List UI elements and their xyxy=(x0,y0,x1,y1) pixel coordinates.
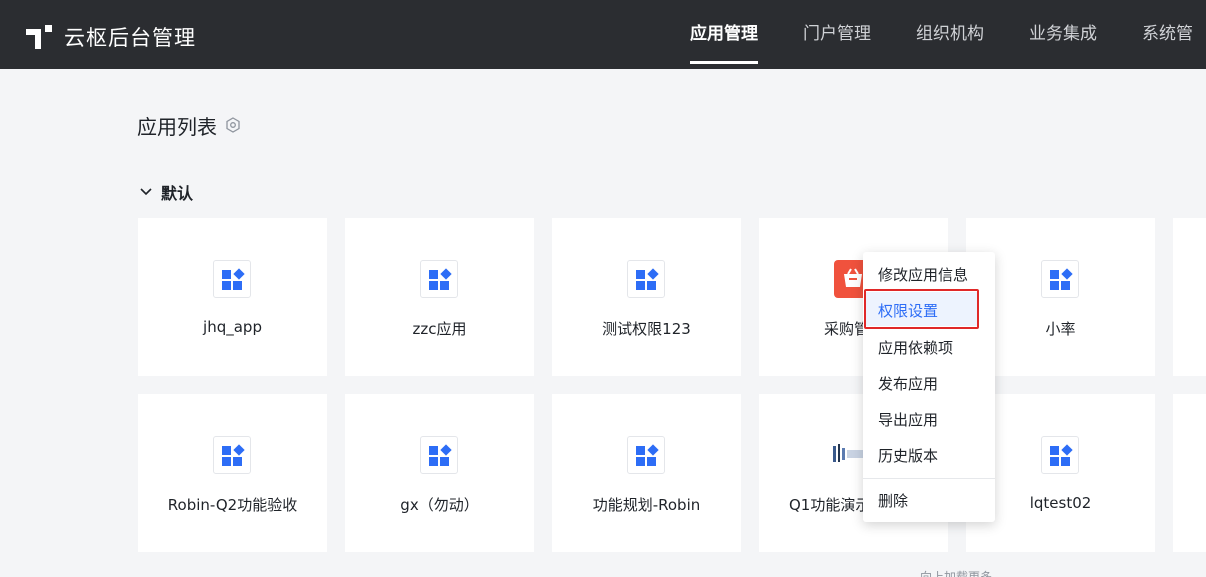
app-name: Robin-Q2功能验收 xyxy=(167,496,298,514)
app-name: zzc应用 xyxy=(412,320,467,338)
app-name: jhq_app xyxy=(203,318,262,336)
app-card-partial[interactable] xyxy=(1173,394,1206,552)
app-card[interactable]: gx（勿动） xyxy=(345,394,534,552)
top-bar: 云枢后台管理 应用管理 门户管理 组织机构 业务集成 系统管 xyxy=(0,0,1206,69)
menu-item-export-app[interactable]: 导出应用 xyxy=(878,409,938,430)
app-grid: jhq_app zzc应用 测试权限123 采购管 小率 Robin-Q2功能验… xyxy=(138,218,1206,577)
app-grid-icon xyxy=(1041,260,1079,298)
nav-item-business-integration[interactable]: 业务集成 xyxy=(1029,0,1097,69)
highlight-box xyxy=(864,289,979,329)
nav-item-portal-management[interactable]: 门户管理 xyxy=(803,0,871,69)
app-grid-icon xyxy=(213,436,251,474)
gear-icon[interactable] xyxy=(225,114,241,138)
nav-item-organization[interactable]: 组织机构 xyxy=(916,0,984,69)
app-grid-icon xyxy=(420,436,458,474)
app-name: 功能规划-Robin xyxy=(592,496,701,514)
main-nav: 应用管理 门户管理 组织机构 业务集成 系统管 xyxy=(690,0,1206,69)
group-label: 默认 xyxy=(161,184,194,203)
app-name: 测试权限123 xyxy=(602,320,691,338)
app-card-partial[interactable] xyxy=(1173,218,1206,376)
app-grid-icon xyxy=(627,260,665,298)
app-card[interactable]: 功能规划-Robin xyxy=(552,394,741,552)
menu-item-app-dependencies[interactable]: 应用依赖项 xyxy=(878,337,953,358)
app-card[interactable]: Robin-Q2功能验收 xyxy=(138,394,327,552)
page-title: 应用列表 xyxy=(137,111,241,140)
app-card[interactable]: zzc应用 xyxy=(345,218,534,376)
app-card[interactable]: 测试权限123 xyxy=(552,218,741,376)
brand[interactable]: 云枢后台管理 xyxy=(26,22,196,52)
nav-item-app-management[interactable]: 应用管理 xyxy=(690,0,758,69)
chevron-down-icon xyxy=(139,183,153,202)
brand-logo-icon xyxy=(26,25,52,49)
page-title-text: 应用列表 xyxy=(137,115,217,139)
menu-item-publish-app[interactable]: 发布应用 xyxy=(878,373,938,394)
menu-item-version-history[interactable]: 历史版本 xyxy=(878,445,938,466)
app-grid-icon xyxy=(420,260,458,298)
group-header[interactable]: 默认 xyxy=(139,180,193,204)
app-card[interactable]: jhq_app xyxy=(138,218,327,376)
app-grid-icon xyxy=(1041,436,1079,474)
app-name: gx（勿动） xyxy=(400,496,479,514)
menu-item-edit-app-info[interactable]: 修改应用信息 xyxy=(878,264,968,285)
app-grid-icon xyxy=(213,260,251,298)
nav-item-system-management[interactable]: 系统管 xyxy=(1142,0,1193,69)
app-title: 云枢后台管理 xyxy=(64,26,196,50)
load-more-link[interactable]: 向上加载更多 xyxy=(920,568,992,577)
app-grid-icon xyxy=(627,436,665,474)
menu-divider xyxy=(863,478,995,479)
menu-item-delete[interactable]: 删除 xyxy=(878,490,908,511)
